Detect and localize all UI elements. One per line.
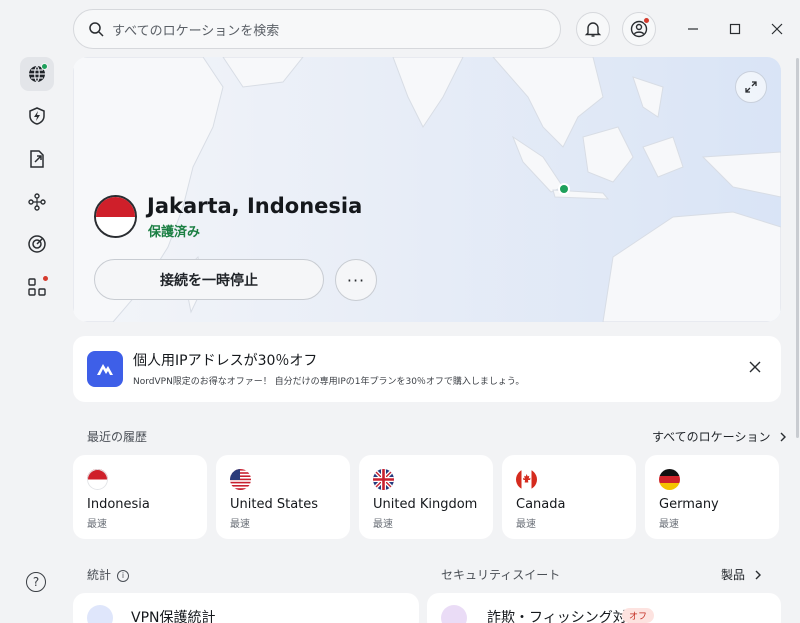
scrollbar[interactable] — [796, 58, 799, 438]
maximize-icon — [729, 23, 741, 35]
recent-item-name: Indonesia — [87, 497, 150, 512]
recent-item-sub: 最速 — [373, 519, 393, 530]
recent-item-indonesia[interactable]: Indonesia 最速 — [73, 455, 207, 539]
promo-close-button[interactable] — [743, 355, 767, 379]
stats-label: 統計 — [87, 568, 112, 582]
indonesia-flag-icon — [87, 469, 108, 490]
status-dot — [41, 63, 48, 70]
connection-status: 保護済み — [148, 225, 201, 240]
anti-phishing-card[interactable]: 詐欺・フィッシング対策 オフ — [427, 593, 781, 623]
account-notification-dot — [643, 17, 650, 24]
promo-banner[interactable]: 個人用IPアドレスが30％オフ NordVPN限定のお得なオファー！ 自分だけの… — [73, 336, 781, 402]
status-badge: オフ — [622, 608, 655, 623]
notification-dot — [42, 275, 49, 282]
account-button[interactable] — [622, 12, 656, 46]
radar-icon — [28, 235, 46, 253]
security-suite-label: セキュリティスイート — [441, 568, 561, 582]
canada-flag-icon — [516, 469, 537, 490]
promo-title: 個人用IPアドレスが30％オフ — [133, 353, 318, 369]
vpn-stats-title: VPN保護統計 — [131, 610, 216, 623]
file-share-icon — [30, 150, 44, 168]
search-bar[interactable]: すべてのロケーションを検索 — [73, 9, 561, 49]
info-icon[interactable]: i — [117, 570, 130, 582]
us-flag-icon — [230, 469, 251, 490]
recent-item-sub: 最速 — [230, 519, 250, 530]
indonesia-flag-icon — [94, 195, 137, 238]
chevron-right-icon — [780, 432, 787, 441]
recent-item-united-states[interactable]: United States 最速 — [216, 455, 350, 539]
recent-item-sub: 最速 — [659, 519, 679, 530]
recent-item-name: United Kingdom — [373, 497, 478, 512]
stats-section: 統計 i — [87, 566, 130, 583]
products-label: 製品 — [721, 568, 746, 582]
close-icon — [771, 23, 783, 35]
more-options-button[interactable]: ··· — [335, 259, 377, 301]
sidebar-item-threat-protection[interactable] — [20, 99, 54, 133]
connected-location: Jakarta, Indonesia — [147, 194, 363, 218]
recent-item-name: Germany — [659, 497, 719, 512]
promo-description: NordVPN限定のお得なオファー！ 自分だけの専用IPの1年プランを30％オフ… — [133, 377, 525, 387]
pause-connection-button[interactable]: 接続を一時停止 — [94, 259, 324, 300]
meshnet-icon — [28, 193, 46, 211]
sidebar-item-meshnet[interactable] — [20, 185, 54, 219]
recent-item-name: United States — [230, 497, 319, 512]
expand-map-button[interactable] — [735, 71, 767, 103]
recent-item-sub: 最速 — [87, 519, 107, 530]
location-pin[interactable] — [560, 185, 568, 193]
sidebar-item-file-share[interactable] — [20, 142, 54, 176]
minimize-icon — [688, 28, 698, 30]
vpn-stats-card[interactable]: VPN保護統計 — [73, 593, 419, 623]
bell-icon — [584, 22, 602, 37]
uk-flag-icon — [373, 469, 394, 490]
minimize-button[interactable] — [682, 18, 704, 40]
recent-item-canada[interactable]: Canada 最速 — [502, 455, 636, 539]
sidebar-item-dark-web-monitor[interactable] — [20, 227, 54, 261]
search-input[interactable]: すべてのロケーションを検索 — [112, 20, 279, 39]
nordvpn-logo-icon — [87, 351, 123, 387]
sidebar-item-products[interactable] — [20, 270, 54, 304]
anti-phishing-title: 詐欺・フィッシング対策 — [487, 610, 641, 623]
products-link[interactable]: 製品 — [721, 566, 763, 583]
recent-item-germany[interactable]: Germany 最速 — [645, 455, 779, 539]
shield-icon — [441, 605, 467, 623]
recent-item-sub: 最速 — [516, 519, 536, 530]
globe-icon — [87, 605, 113, 623]
notifications-button[interactable] — [576, 12, 610, 46]
close-window-button[interactable] — [766, 18, 788, 40]
sidebar: ? — [0, 0, 72, 623]
sidebar-item-countries[interactable] — [20, 57, 54, 91]
expand-icon — [745, 81, 757, 93]
recent-item-name: Canada — [516, 497, 566, 512]
all-locations-link[interactable]: すべてのロケーション — [652, 428, 788, 445]
close-icon — [749, 361, 761, 373]
chevron-right-icon — [755, 570, 762, 579]
shield-bolt-icon — [29, 107, 45, 125]
search-icon — [89, 22, 104, 37]
germany-flag-icon — [659, 469, 680, 490]
recent-item-united-kingdom[interactable]: United Kingdom 最速 — [359, 455, 493, 539]
all-locations-label: すべてのロケーション — [652, 430, 771, 444]
help-button[interactable]: ? — [26, 572, 46, 592]
map-card[interactable]: Jakarta, Indonesia 保護済み 接続を一時停止 ··· — [73, 57, 781, 322]
maximize-button[interactable] — [724, 18, 746, 40]
recents-label: 最近の履歴 — [87, 430, 148, 444]
